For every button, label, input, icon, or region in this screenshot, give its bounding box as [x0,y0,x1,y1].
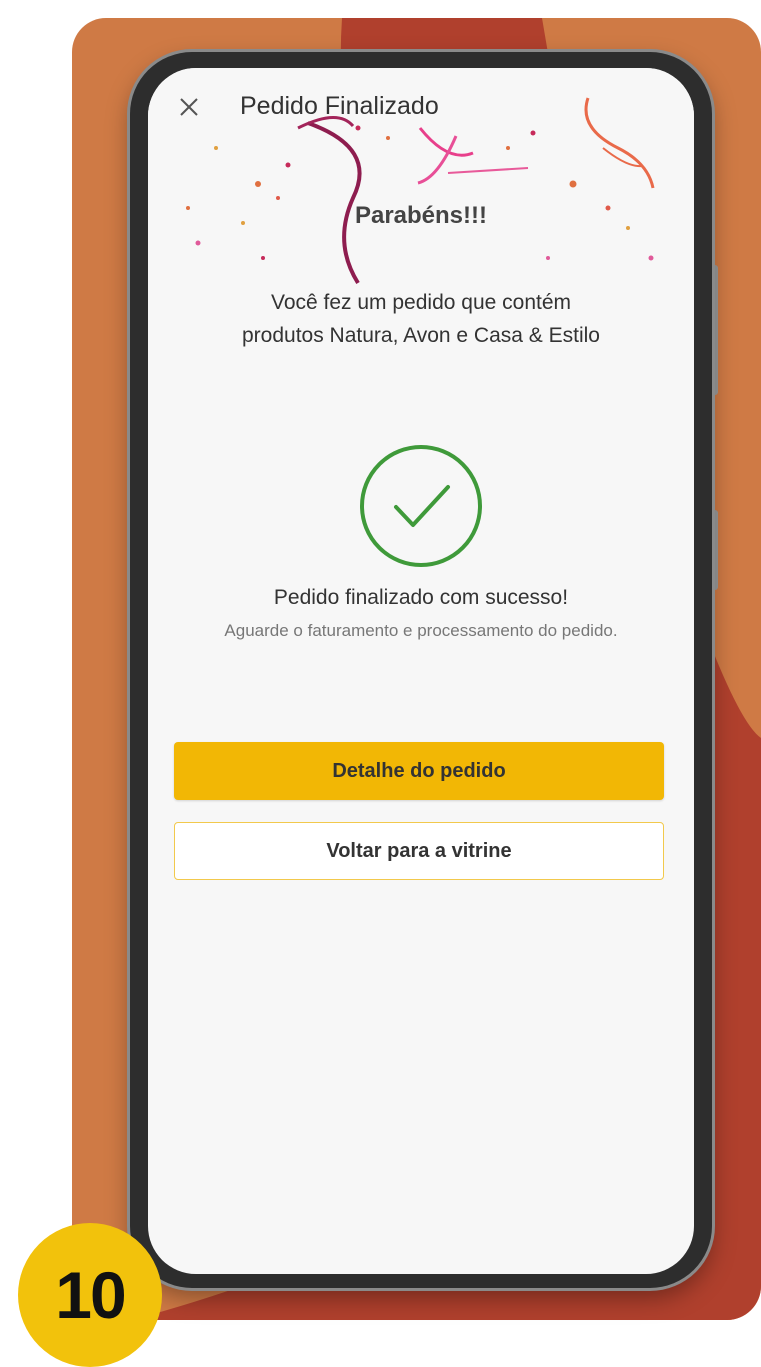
step-number-badge: 10 [18,1223,162,1367]
phone-screen: Pedido Finalizado Parabéns!!! Você fez u… [148,68,694,1274]
order-message-line-1: Você fez um pedido que contém [270,291,572,314]
order-details-button-label: Detalhe do pedido [332,759,506,782]
success-subtitle: Aguarde o faturamento e processamento do… [224,621,618,640]
page-title: Pedido Finalizado [240,92,439,120]
close-icon[interactable] [178,96,200,118]
back-to-store-button[interactable]: Voltar para a vitrine [174,822,664,880]
order-message: Você fez um pedido que contém produtos N… [188,286,654,352]
order-details-button[interactable]: Detalhe do pedido [174,742,664,800]
check-circle-icon [360,445,482,567]
congrats-headline: Parabéns!!! [354,202,488,229]
app-bar: Pedido Finalizado [148,68,694,148]
back-to-store-button-label: Voltar para a vitrine [326,839,512,862]
success-title: Pedido finalizado com sucesso! [273,586,569,609]
order-message-line-2: produtos Natura, Avon e Casa & Estilo [242,324,600,347]
